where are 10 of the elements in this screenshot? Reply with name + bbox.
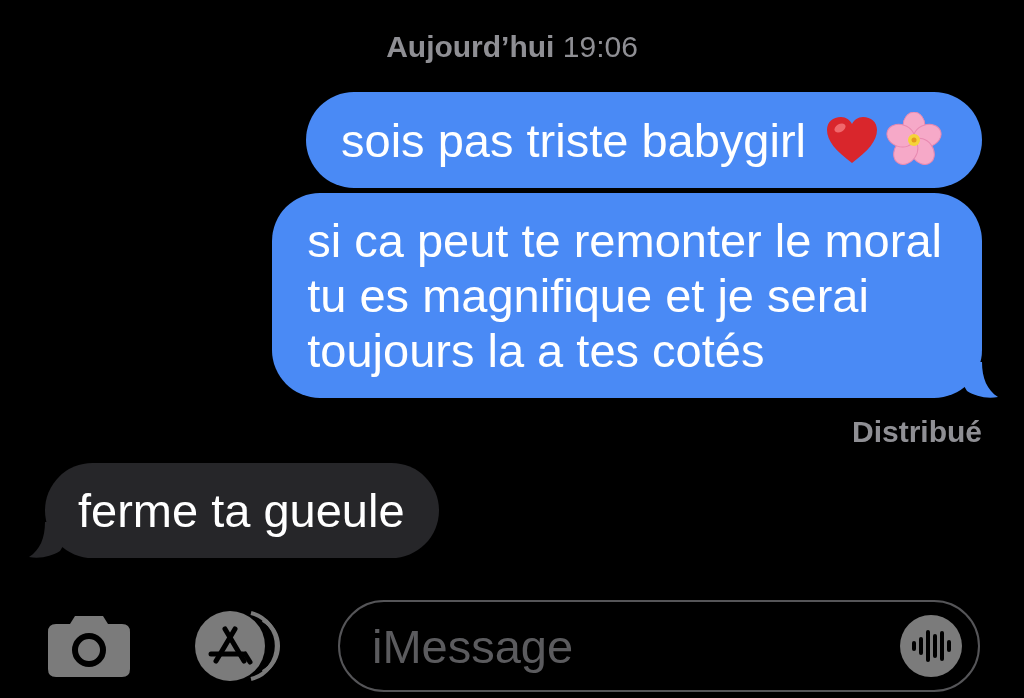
message-bubble: si ca peut te remonter le moral tu es magnifique et je serai toujours la a tes cotés bbox=[272, 193, 982, 398]
heart-emoji-icon bbox=[826, 116, 878, 164]
blossom-emoji-icon bbox=[886, 112, 942, 168]
audio-button-icon[interactable] bbox=[900, 615, 962, 677]
camera-button-icon[interactable] bbox=[48, 615, 130, 677]
message-text: sois pas triste babygirl bbox=[341, 112, 806, 168]
timestamp: Aujourd’hui 19:06 bbox=[386, 29, 638, 65]
message-input-field[interactable]: iMessage bbox=[338, 600, 980, 692]
delivery-status: Distribué bbox=[851, 415, 982, 449]
message-bubble: ferme ta gueule bbox=[45, 463, 439, 558]
